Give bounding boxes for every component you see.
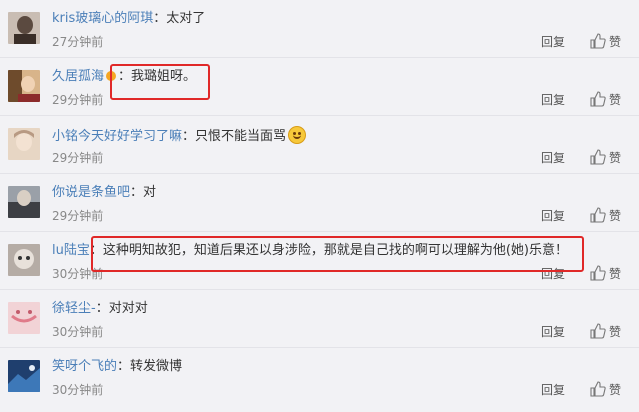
avatar[interactable] xyxy=(8,302,40,334)
username-link[interactable]: lu陆宝 xyxy=(52,243,90,258)
like-label: 赞 xyxy=(609,266,622,281)
reply-button[interactable]: 回复 xyxy=(541,92,565,108)
reply-button[interactable]: 回复 xyxy=(541,34,565,50)
comment-line: 久居孤海 ：我璐姐呀。 xyxy=(52,68,196,86)
like-label: 赞 xyxy=(609,324,622,339)
comment-row: 笑呀个飞的：转发微博 30分钟前 回复 赞 xyxy=(0,348,639,412)
like-button[interactable]: 赞 xyxy=(590,321,621,341)
like-label: 赞 xyxy=(609,382,622,397)
avatar[interactable] xyxy=(8,360,40,392)
reply-button[interactable]: 回复 xyxy=(541,266,565,282)
comment-line: 你说是条鱼吧：对 xyxy=(52,184,156,202)
username-link[interactable]: 你说是条鱼吧 xyxy=(52,185,130,200)
comment-time: 30分钟前 xyxy=(52,267,104,281)
reply-button[interactable]: 回复 xyxy=(541,382,565,398)
verified-badge-icon xyxy=(106,71,117,81)
comment-text: ：转发微博 xyxy=(117,359,183,374)
comment-time: 30分钟前 xyxy=(52,383,104,397)
username-link[interactable]: 笑呀个飞的 xyxy=(52,359,117,374)
like-button[interactable]: 赞 xyxy=(590,31,621,51)
comment-text: ：对 xyxy=(130,185,157,200)
username-link[interactable]: 久居孤海 xyxy=(52,69,104,84)
reply-button[interactable]: 回复 xyxy=(541,324,565,340)
thumbs-up-icon xyxy=(590,381,606,397)
comment-row: 久居孤海 ：我璐姐呀。 29分钟前 回复 赞 xyxy=(0,58,639,116)
avatar[interactable] xyxy=(8,244,40,276)
comment-row: lu陆宝：这种明知故犯，知道后果还以身涉险，那就是自己找的啊可以理解为他(她)乐… xyxy=(0,232,639,290)
user-photo-icon xyxy=(8,302,40,334)
comment-text: ：我璐姐呀。 xyxy=(118,69,197,84)
avatar[interactable] xyxy=(8,186,40,218)
comment-line: 小铭今天好好学习了嘛：只恨不能当面骂 xyxy=(52,126,307,146)
reply-button[interactable]: 回复 xyxy=(541,208,565,224)
username-link[interactable]: kris玻璃心的阿琪 xyxy=(52,11,153,26)
user-photo-icon xyxy=(8,360,40,392)
comment-text: ：对对对 xyxy=(95,301,148,316)
comment-line: 徐轻尘-：对对对 xyxy=(52,300,148,318)
comment-text: ：只恨不能当面骂 xyxy=(182,129,287,144)
comment-text: ：这种明知故犯，知道后果还以身涉险，那就是自己找的啊可以理解为他(她)乐意！ xyxy=(89,243,569,258)
like-button[interactable]: 赞 xyxy=(590,205,621,225)
user-photo-icon xyxy=(8,128,40,160)
comment-time: 29分钟前 xyxy=(52,93,104,107)
comment-time: 29分钟前 xyxy=(52,209,104,223)
thumbs-up-icon xyxy=(590,323,606,339)
comment-line: kris玻璃心的阿琪：太对了 xyxy=(52,10,205,28)
avatar[interactable] xyxy=(8,12,40,44)
user-photo-icon xyxy=(8,70,40,102)
comment-row: kris玻璃心的阿琪：太对了 27分钟前 回复 赞 xyxy=(0,0,639,58)
like-label: 赞 xyxy=(609,150,622,165)
like-label: 赞 xyxy=(609,208,622,223)
comment-time: 30分钟前 xyxy=(52,325,104,339)
comment-row: 小铭今天好好学习了嘛：只恨不能当面骂 29分钟前 回复 赞 xyxy=(0,116,639,174)
avatar[interactable] xyxy=(8,128,40,160)
thumbs-up-icon xyxy=(590,149,606,165)
user-photo-icon xyxy=(8,244,40,276)
comment-line: lu陆宝：这种明知故犯，知道后果还以身涉险，那就是自己找的啊可以理解为他(她)乐… xyxy=(52,242,568,260)
comment-text: ：太对了 xyxy=(153,11,206,26)
comment-line: 笑呀个飞的：转发微博 xyxy=(52,358,182,376)
like-label: 赞 xyxy=(609,34,622,49)
thumbs-up-icon xyxy=(590,207,606,223)
username-link[interactable]: 徐轻尘- xyxy=(52,301,96,316)
avatar[interactable] xyxy=(8,70,40,102)
thumbs-up-icon xyxy=(590,91,606,107)
like-button[interactable]: 赞 xyxy=(590,147,621,167)
username-link[interactable]: 小铭今天好好学习了嘛 xyxy=(52,129,182,144)
comment-row: 你说是条鱼吧：对 29分钟前 回复 赞 xyxy=(0,174,639,232)
thumbs-up-icon xyxy=(590,265,606,281)
like-button[interactable]: 赞 xyxy=(590,263,621,283)
comment-list: kris玻璃心的阿琪：太对了 27分钟前 回复 赞 久居孤海 ：我璐姐呀。 29分… xyxy=(0,0,639,412)
comment-row: 徐轻尘-：对对对 30分钟前 回复 赞 xyxy=(0,290,639,348)
comment-time: 29分钟前 xyxy=(52,151,104,165)
user-photo-icon xyxy=(8,186,40,218)
like-label: 赞 xyxy=(609,92,622,107)
comment-time: 27分钟前 xyxy=(52,35,104,49)
smile-emoji-icon xyxy=(288,126,307,144)
like-button[interactable]: 赞 xyxy=(590,89,621,109)
like-button[interactable]: 赞 xyxy=(590,379,621,399)
reply-button[interactable]: 回复 xyxy=(541,150,565,166)
user-photo-icon xyxy=(8,12,40,44)
thumbs-up-icon xyxy=(590,33,606,49)
